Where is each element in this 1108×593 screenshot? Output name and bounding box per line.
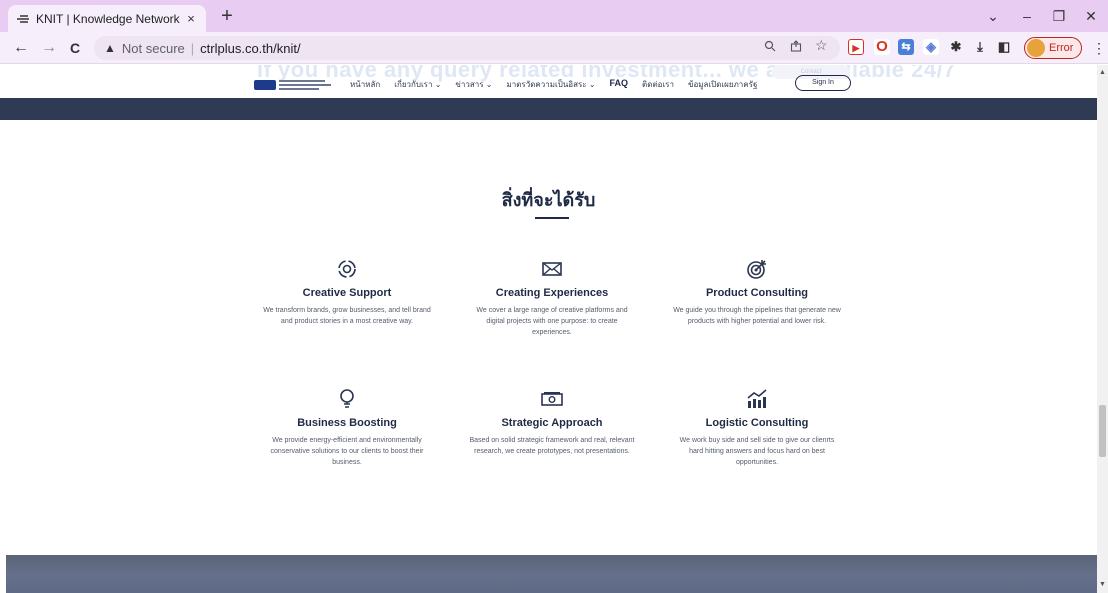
feature-creating-experiences: Creating Experiences We cover a large ra… bbox=[462, 257, 642, 338]
feature-title: Strategic Approach bbox=[501, 417, 603, 429]
chevron-down-icon: ⌄ bbox=[586, 80, 596, 89]
nav-item-faq[interactable]: FAQ bbox=[610, 78, 629, 91]
feature-logistic-consulting: Logistic Consulting We work buy side and… bbox=[667, 387, 847, 468]
feature-business-boosting: Business Boosting We provide energy-effi… bbox=[257, 387, 437, 468]
extension-opera-icon[interactable]: O bbox=[874, 39, 890, 55]
nav-item-standards[interactable]: มาตรวัดความเป็นอิสระ ⌄ bbox=[506, 78, 595, 91]
feature-creative-support: Creative Support We transform brands, gr… bbox=[257, 257, 437, 327]
feature-title: Product Consulting bbox=[705, 287, 809, 299]
feature-description: We transform brands, grow businesses, an… bbox=[263, 307, 431, 325]
bookmark-star-icon[interactable]: ☆ bbox=[815, 37, 828, 54]
header-band bbox=[0, 98, 1097, 120]
profile-button[interactable]: Error bbox=[1024, 37, 1082, 59]
new-tab-button[interactable]: + bbox=[216, 6, 238, 27]
address-bar[interactable]: ▲ Not secure | ctrlplus.co.th/knit/ bbox=[94, 36, 840, 60]
feature-strategic-approach: Strategic Approach Based on solid strate… bbox=[462, 387, 642, 457]
feature-title: Creating Experiences bbox=[495, 287, 609, 299]
chevron-down-icon: ⌄ bbox=[432, 80, 442, 89]
tab-title: KNIT | Knowledge Network Instit bbox=[36, 11, 184, 26]
main-nav: หน้าหลัก เกี่ยวกับเรา ⌄ ข่าวสาร ⌄ มาตรวั… bbox=[350, 78, 757, 91]
back-button[interactable]: ← bbox=[10, 38, 32, 58]
feature-description: We cover a large range of creative platf… bbox=[476, 307, 628, 336]
title-divider bbox=[535, 217, 569, 219]
banknote-icon bbox=[462, 387, 642, 411]
minimize-button[interactable]: – bbox=[1010, 0, 1044, 32]
feature-product-consulting: Product Consulting We guide you through … bbox=[667, 257, 847, 327]
tab-close-icon[interactable]: × bbox=[184, 11, 198, 26]
feature-title: Business Boosting bbox=[297, 417, 397, 429]
site-header: If you have any query related investment… bbox=[0, 65, 1097, 121]
nav-item-about[interactable]: เกี่ยวกับเรา ⌄ bbox=[394, 78, 441, 91]
nav-item-contact[interactable]: ติดต่อเรา bbox=[642, 78, 674, 91]
nav-item-disclosure[interactable]: ข้อมูลเปิดเผยภาครัฐ bbox=[688, 78, 757, 91]
browser-toolbar: ← → C ▲ Not secure | ctrlplus.co.th/knit… bbox=[0, 32, 1108, 64]
lightbulb-icon bbox=[257, 387, 437, 411]
feature-title: Creative Support bbox=[302, 287, 392, 299]
web-page: If you have any query related investment… bbox=[0, 65, 1097, 593]
url-text: ctrlplus.co.th/knit/ bbox=[200, 40, 301, 56]
page-scrollbar[interactable]: ▲ ▼ bbox=[1097, 65, 1108, 593]
download-icon[interactable]: ⤓ bbox=[972, 39, 988, 55]
feature-description: We work buy side and sell side to give o… bbox=[679, 437, 835, 466]
security-label: Not secure bbox=[121, 40, 185, 56]
extension-diamond-icon[interactable]: ◈ bbox=[923, 39, 939, 55]
site-logo[interactable] bbox=[254, 77, 334, 93]
browser-tab[interactable]: KNIT | Knowledge Network Instit × bbox=[8, 5, 206, 32]
zoom-icon[interactable] bbox=[764, 40, 776, 55]
reload-button[interactable]: C bbox=[64, 38, 86, 58]
footer-banner-image bbox=[6, 555, 1097, 593]
extension-pdf-icon[interactable]: ▶ bbox=[848, 39, 864, 55]
target-icon bbox=[667, 257, 847, 281]
avatar bbox=[1027, 39, 1045, 57]
site-favicon-icon bbox=[16, 12, 30, 26]
nav-item-news[interactable]: ข่าวสาร ⌄ bbox=[455, 78, 492, 91]
nav-item-home[interactable]: หน้าหลัก bbox=[350, 78, 380, 91]
bar-chart-icon bbox=[667, 387, 847, 411]
section-title: สิ่งที่จะได้รับ bbox=[501, 190, 596, 211]
chevron-down-icon: ⌄ bbox=[483, 80, 493, 89]
feature-title: Logistic Consulting bbox=[705, 417, 809, 429]
feature-description: We provide energy-efficient and environm… bbox=[270, 437, 424, 466]
envelope-icon bbox=[462, 257, 642, 281]
close-window-button[interactable]: ✕ bbox=[1074, 0, 1108, 32]
restore-button[interactable]: ❐ bbox=[1042, 0, 1076, 32]
scroll-up-icon[interactable]: ▲ bbox=[1099, 69, 1106, 76]
url-divider: | bbox=[190, 40, 195, 56]
forward-button[interactable]: → bbox=[38, 38, 60, 58]
extension-translate-icon[interactable]: ⇆ bbox=[898, 39, 914, 55]
extensions-puzzle-icon[interactable]: ✱ bbox=[948, 39, 964, 55]
profile-status: Error bbox=[1049, 42, 1074, 54]
feature-description: We guide you through the pipelines that … bbox=[673, 307, 841, 325]
lifebuoy-icon bbox=[257, 257, 437, 281]
warning-icon[interactable]: ▲ bbox=[104, 41, 116, 55]
sign-in-button[interactable]: Sign In bbox=[795, 75, 851, 91]
scroll-down-icon[interactable]: ▼ bbox=[1099, 581, 1106, 588]
tab-search-icon[interactable]: ⌄ bbox=[976, 0, 1010, 32]
scrollbar-thumb[interactable] bbox=[1099, 405, 1106, 457]
feature-description: Based on solid strategic framework and r… bbox=[469, 437, 635, 455]
share-icon[interactable] bbox=[790, 40, 802, 55]
browser-menu-icon[interactable]: ⋮ bbox=[1088, 38, 1108, 58]
tab-strip: KNIT | Knowledge Network Instit × + ⌄ – … bbox=[0, 0, 1108, 32]
side-panel-icon[interactable]: ◧ bbox=[996, 39, 1012, 55]
logo-mark-icon bbox=[254, 80, 276, 90]
